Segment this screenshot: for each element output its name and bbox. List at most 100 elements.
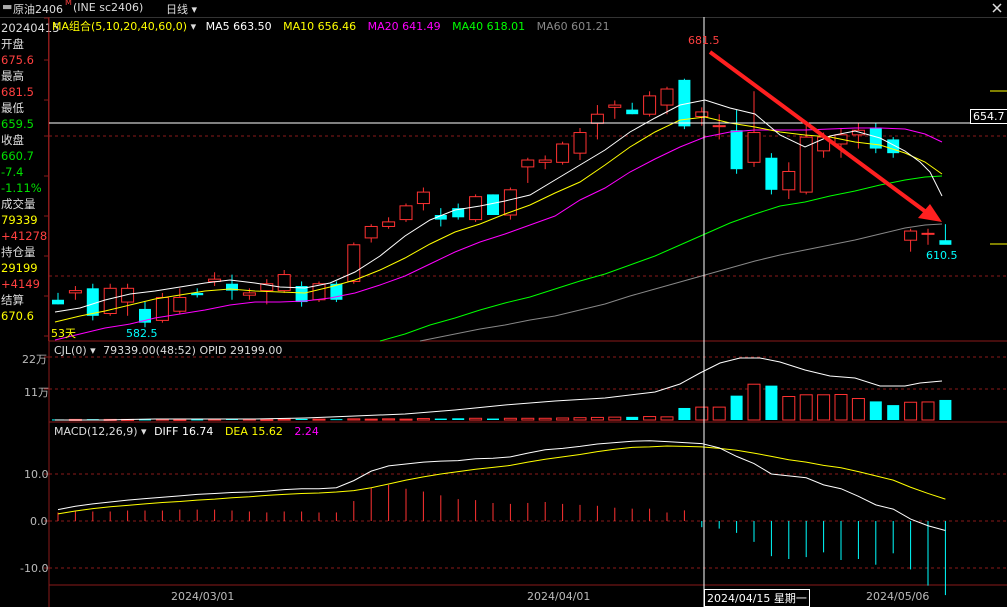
- volume-axis-11: 11万: [24, 386, 49, 399]
- ma40-value: MA40 618.01: [452, 20, 526, 33]
- candle-body-up: [782, 170, 796, 191]
- candle-body-up: [347, 244, 361, 282]
- candle-body-down: [730, 130, 743, 170]
- low-mark-label: 582.5: [126, 327, 158, 340]
- ma20-value: MA20 641.49: [367, 20, 441, 33]
- candle-body-down: [887, 139, 900, 154]
- candle-body-up: [712, 125, 726, 128]
- ma5-value: MA5 663.50: [205, 20, 272, 33]
- volume-bar-up: [538, 417, 552, 421]
- volume-bar-up: [590, 416, 604, 421]
- ma60-value: MA60 601.21: [536, 20, 610, 33]
- ma10-value: MA10 656.46: [283, 20, 357, 33]
- volume-bar-up: [382, 418, 396, 421]
- volume-bar-down: [191, 419, 204, 421]
- ma-legend: MA组合(5,10,20,40,60,0) ▾ MA5 663.50 MA10 …: [52, 18, 610, 34]
- volume-bar-up: [416, 418, 430, 421]
- volume-values: 79339.00(48:52) OPID 29199.00: [103, 344, 283, 357]
- volume-bar-up: [782, 396, 796, 421]
- x-label-0401: 2024/04/01: [527, 590, 591, 603]
- volume-bar-up: [503, 417, 517, 421]
- volume-bar-down: [434, 418, 447, 420]
- days-label: 53天: [51, 327, 76, 340]
- candle-body-up: [521, 159, 535, 168]
- macd-axis-10: 10.0: [24, 468, 49, 481]
- volume-bar-up: [277, 418, 291, 421]
- volume-bar-up: [312, 418, 326, 421]
- volume-bar-down: [869, 401, 882, 420]
- volume-bar-up: [521, 417, 535, 421]
- volume-bar-down: [295, 418, 308, 420]
- candle-body-up: [382, 221, 396, 227]
- macd-axis-neg10: -10.0: [20, 562, 49, 575]
- volume-bar-up: [347, 418, 361, 421]
- x-label-0301: 2024/03/01: [171, 590, 235, 603]
- last-low-mark-label: 610.5: [926, 249, 958, 262]
- candle-body-up: [660, 88, 674, 106]
- candle-body-up: [643, 95, 657, 115]
- volume-bar-up: [660, 416, 674, 421]
- candle-body-up: [538, 159, 552, 163]
- volume-bar-up: [643, 416, 657, 421]
- volume-bar-up: [834, 394, 848, 421]
- macd-title[interactable]: MACD(12,26,9): [54, 425, 138, 438]
- volume-bar-up: [695, 406, 709, 421]
- price-tag: 654.7: [970, 109, 1007, 124]
- volume-bar-up: [712, 406, 726, 421]
- diff-line: [57, 440, 946, 531]
- candle-body-up: [921, 232, 935, 235]
- volume-bar-up: [817, 394, 831, 421]
- volume-bar-up: [799, 394, 813, 421]
- candle-body-down: [295, 286, 308, 303]
- volume-bar-down: [626, 416, 639, 420]
- candle-body-up: [469, 196, 483, 221]
- volume-bar-up: [904, 401, 918, 421]
- chevron-down-icon[interactable]: ▾: [141, 425, 147, 438]
- candle-body-up: [242, 292, 256, 296]
- candle-body-down: [765, 157, 778, 190]
- volume-bar-down: [730, 395, 743, 420]
- volume-bar-down: [330, 419, 343, 421]
- volume-bar-down: [765, 385, 778, 420]
- candle-body-up: [277, 274, 291, 292]
- volume-bar-down: [452, 418, 465, 420]
- volume-legend: CJL(0) ▾ 79339.00(48:52) OPID 29199.00: [54, 344, 282, 357]
- candle-body-up: [904, 230, 918, 241]
- candle-body-up: [573, 132, 587, 154]
- volume-title[interactable]: CJL(0): [54, 344, 87, 357]
- volume-bar-up: [921, 401, 935, 421]
- volume-bar-down: [678, 407, 691, 420]
- volume-bar-up: [260, 418, 274, 421]
- ma-group-label[interactable]: MA组合(5,10,20,40,60,0): [52, 20, 187, 33]
- candle-body-down: [626, 109, 639, 115]
- candle-body-up: [68, 290, 82, 294]
- macd-legend: MACD(12,26,9) ▾ DIFF 16.74 DEA 15.62 2.2…: [54, 425, 319, 438]
- candle-body-up: [364, 225, 378, 239]
- macd-axis-0: 0.0: [30, 515, 48, 528]
- volume-bar-up: [608, 416, 622, 421]
- dea-value: DEA 15.62: [224, 425, 283, 438]
- chevron-down-icon[interactable]: ▾: [191, 20, 197, 33]
- ma60-line: [419, 223, 943, 342]
- volume-bar-down: [939, 399, 952, 420]
- candle-body-up: [556, 143, 570, 163]
- crosshair-date-label: 2024/04/15 星期一: [704, 589, 810, 607]
- volume-bar-up: [364, 418, 378, 421]
- chevron-down-icon[interactable]: ▾: [90, 344, 96, 357]
- candle-body-up: [399, 205, 413, 221]
- high-mark-label: 681.5: [688, 34, 720, 47]
- candlesticks: [52, 78, 952, 328]
- kline-chart[interactable]: [0, 0, 1007, 607]
- candle-body-up: [416, 191, 430, 205]
- candle-body-up: [747, 132, 761, 163]
- candle-body-up: [608, 104, 622, 108]
- diff-value: DIFF 16.74: [154, 425, 214, 438]
- ma40-line: [379, 175, 943, 342]
- volume-bar-down: [487, 418, 499, 420]
- volume-axis-22: 22万: [22, 353, 47, 366]
- candle-body-up: [590, 113, 604, 124]
- macd-value: 2.24: [294, 425, 319, 438]
- volume-bar-down: [887, 405, 900, 420]
- volume-bar-up: [851, 398, 865, 421]
- chart-grid: [44, 17, 1007, 607]
